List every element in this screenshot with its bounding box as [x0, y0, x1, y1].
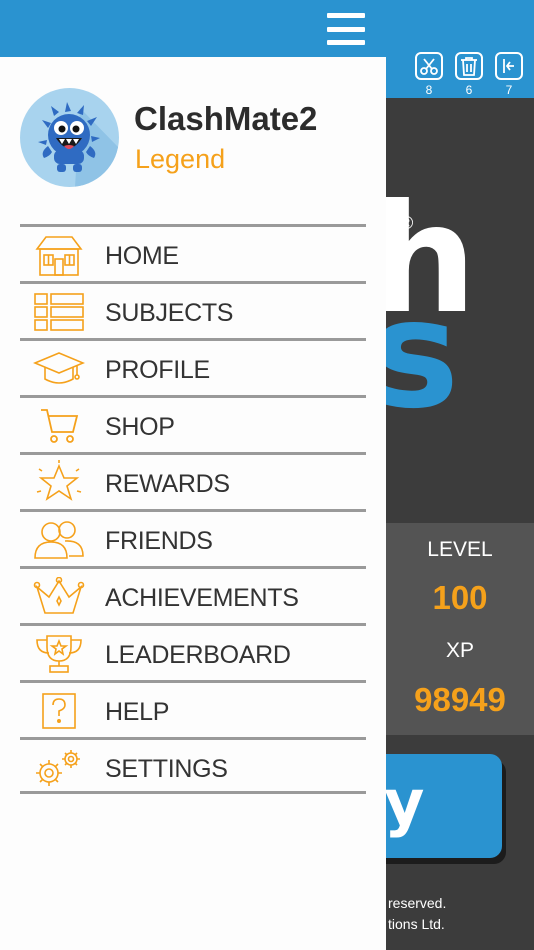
graduation-cap-icon [32, 347, 86, 391]
menu-item-profile[interactable]: PROFILE [20, 338, 366, 395]
user-rank: Legend [135, 144, 226, 174]
list-icon [32, 290, 86, 334]
house-icon [32, 233, 86, 277]
back-tool[interactable]: 7 [492, 52, 526, 97]
menu-label-friends: FRIENDS [105, 527, 213, 555]
profile-card[interactable]: ClashMate2 Legend [20, 88, 366, 188]
play-button-label: y [384, 766, 425, 839]
arrow-left-box-icon[interactable] [495, 52, 523, 80]
menu-label-help: HELP [105, 698, 170, 726]
trophy-icon [32, 632, 86, 676]
star-burst-icon [32, 460, 86, 505]
xp-label: XP [445, 639, 474, 662]
trash-tool[interactable]: 6 [452, 52, 486, 97]
username: ClashMate2 [134, 100, 318, 137]
xp-value: 98949 [414, 681, 506, 718]
gears-icon [32, 746, 86, 790]
stats-panel: LEVEL 100 XP 98949 [386, 523, 534, 735]
footer-line-1: reserved. [388, 895, 447, 911]
menu-item-help[interactable]: HELP [20, 680, 366, 737]
menu-item-shop[interactable]: SHOP [20, 395, 366, 452]
menu-item-home[interactable]: HOME [20, 224, 366, 281]
menu-item-leaderboard[interactable]: LEADERBOARD [20, 623, 366, 680]
level-value: 100 [432, 579, 488, 616]
trash-count: 6 [465, 83, 473, 97]
trash-icon[interactable] [455, 52, 483, 80]
menu-item-friends[interactable]: FRIENDS [20, 509, 366, 566]
menu-label-achievements: ACHIEVEMENTS [105, 584, 299, 612]
menu-item-settings[interactable]: SETTINGS [20, 737, 366, 794]
menu-label-settings: SETTINGS [105, 755, 228, 783]
drawer-menu: HOME SUBJECTS PROFILE SHOP REWARDS FRIEN… [20, 224, 366, 794]
footer-line-2: tions Ltd. [388, 916, 445, 932]
toolbar: 8 6 7 [412, 52, 526, 97]
avatar[interactable] [20, 88, 119, 187]
blue-monster-avatar-icon [38, 102, 119, 187]
menu-item-subjects[interactable]: SUBJECTS [20, 281, 366, 338]
level-label: LEVEL [427, 538, 493, 561]
copyright-footer: reserved. tions Ltd. [388, 893, 446, 935]
menu-label-leaderboard: LEADERBOARD [105, 641, 291, 669]
question-icon [32, 689, 86, 733]
cart-icon [32, 404, 86, 448]
scissors-tool[interactable]: 8 [412, 52, 446, 97]
menu-label-shop: SHOP [105, 413, 175, 441]
menu-label-home: HOME [105, 242, 179, 270]
drawer-header [0, 0, 386, 57]
menu-item-achievements[interactable]: ACHIEVEMENTS [20, 566, 366, 623]
hamburger-menu-icon[interactable] [327, 13, 365, 45]
menu-label-rewards: REWARDS [105, 470, 230, 498]
crown-icon [32, 575, 86, 619]
registered-mark: ® [400, 213, 414, 233]
people-icon [32, 518, 86, 562]
scissors-icon[interactable] [415, 52, 443, 80]
menu-label-subjects: SUBJECTS [105, 299, 234, 327]
menu-item-rewards[interactable]: REWARDS [20, 452, 366, 509]
back-count: 7 [505, 83, 513, 97]
scissors-count: 8 [425, 83, 433, 97]
navigation-drawer: ClashMate2 Legend HOME SUBJECTS PROFILE … [0, 0, 386, 950]
menu-label-profile: PROFILE [105, 356, 210, 384]
